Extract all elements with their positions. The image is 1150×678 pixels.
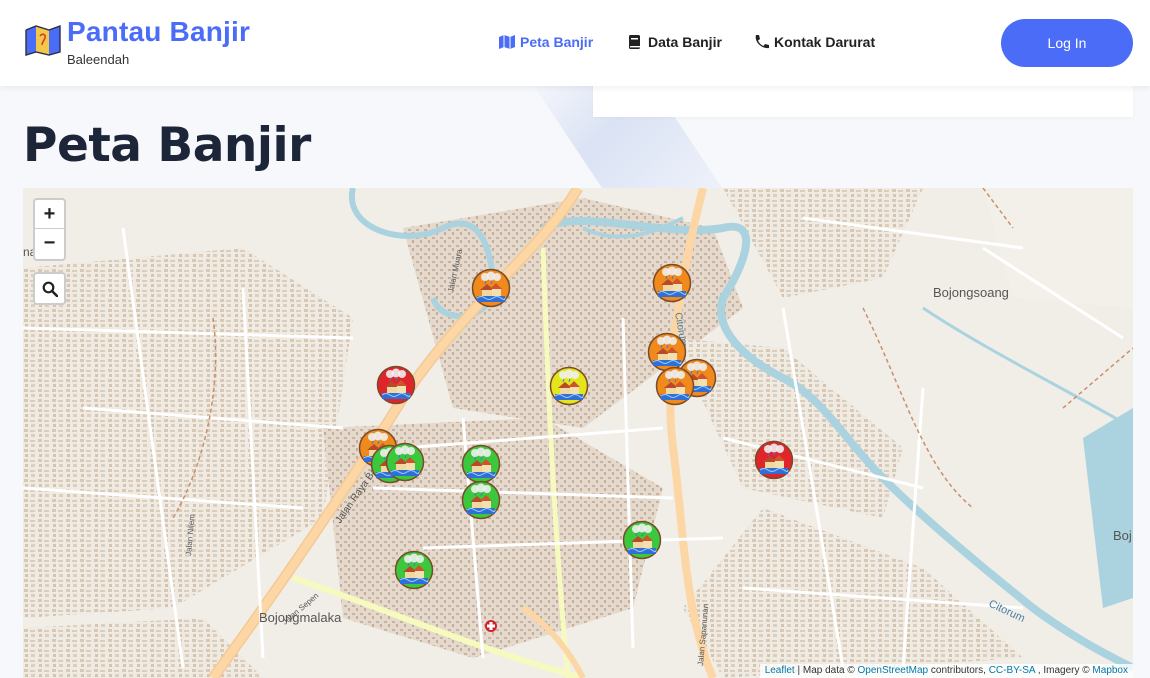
nav-kontak-darurat-label: Kontak Darurat bbox=[774, 34, 876, 50]
nav-kontak-darurat[interactable]: Kontak Darurat bbox=[753, 34, 875, 50]
login-button[interactable]: Log In bbox=[1001, 19, 1133, 67]
page-title: Peta Banjir bbox=[23, 118, 311, 173]
zoom-in-button[interactable]: + bbox=[35, 200, 64, 229]
mapbox-link[interactable]: Mapbox bbox=[1092, 665, 1128, 676]
flood-marker-green[interactable] bbox=[385, 442, 425, 486]
nav-data-banjir-label: Data Banjir bbox=[648, 34, 722, 50]
map-search-button[interactable] bbox=[33, 272, 66, 305]
flood-marker-orange[interactable] bbox=[655, 366, 695, 410]
zoom-control: + − bbox=[33, 198, 66, 261]
flood-marker-orange[interactable] bbox=[471, 268, 511, 312]
flood-marker-yellow[interactable] bbox=[549, 366, 589, 410]
flood-marker-red[interactable] bbox=[754, 440, 794, 484]
phone-icon bbox=[755, 35, 769, 49]
map-logo-icon[interactable] bbox=[24, 24, 62, 56]
nav-peta-banjir[interactable]: Peta Banjir bbox=[499, 34, 593, 50]
attrib-mapdata: | Map data © bbox=[797, 665, 855, 676]
leaflet-link[interactable]: Leaflet bbox=[765, 665, 795, 676]
search-icon bbox=[42, 281, 58, 297]
book-icon bbox=[629, 35, 640, 49]
nav-peta-banjir-label: Peta Banjir bbox=[520, 34, 594, 50]
attrib-contributors: contributors, bbox=[930, 665, 986, 676]
map-attribution: Leaflet | Map data © OpenStreetMap contr… bbox=[759, 664, 1133, 678]
label-bojongsoang: Bojongsoang bbox=[933, 285, 1009, 300]
flood-marker-green[interactable] bbox=[394, 550, 434, 594]
zoom-out-button[interactable]: − bbox=[35, 229, 64, 258]
brand-title[interactable]: Pantau Banjir bbox=[67, 16, 250, 48]
map-base-layer: Bojongsoang Bojongmalaka Boj na Citorum … bbox=[23, 188, 1133, 678]
brand-subtitle: Baleendah bbox=[67, 52, 130, 67]
flood-marker-orange[interactable] bbox=[652, 263, 692, 307]
flood-marker-green[interactable] bbox=[622, 520, 662, 564]
osm-link[interactable]: OpenStreetMap bbox=[858, 665, 929, 676]
attrib-imagery: , Imagery © bbox=[1037, 665, 1090, 676]
flood-marker-red[interactable] bbox=[376, 365, 416, 409]
nav-data-banjir[interactable]: Data Banjir bbox=[627, 34, 722, 50]
flood-map[interactable]: Bojongsoang Bojongmalaka Boj na Citorum … bbox=[23, 188, 1133, 678]
ccbysa-link[interactable]: CC-BY-SA bbox=[989, 665, 1035, 676]
top-header: Pantau Banjir Baleendah Peta Banjir Data… bbox=[0, 0, 1150, 86]
flood-marker-green[interactable] bbox=[461, 480, 501, 524]
map-icon bbox=[499, 35, 515, 49]
label-bojo: Boj bbox=[1113, 528, 1132, 543]
